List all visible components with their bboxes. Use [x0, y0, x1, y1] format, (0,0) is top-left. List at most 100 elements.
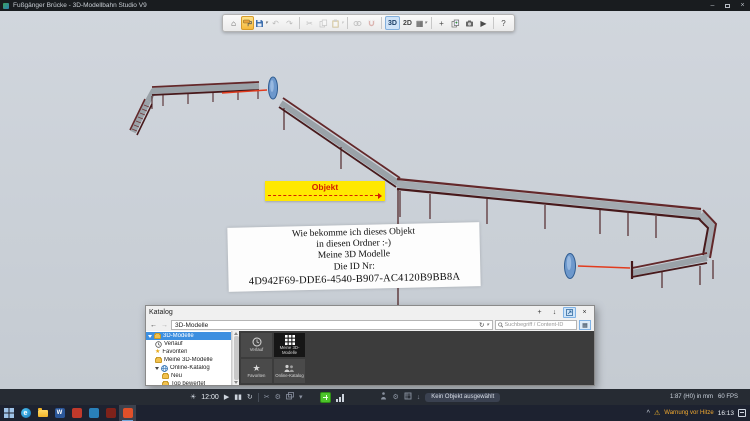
tree-item-neu[interactable]: Neu: [146, 372, 231, 380]
start-button[interactable]: [0, 405, 17, 421]
view-2d-button[interactable]: 2D: [401, 16, 414, 30]
gear-button[interactable]: ⚙: [392, 394, 398, 401]
warning-icon[interactable]: ⚠: [654, 410, 660, 417]
link-button[interactable]: [351, 16, 364, 30]
platform-grid-button[interactable]: [320, 392, 331, 403]
paint-roller-button[interactable]: [241, 16, 254, 30]
chevron-down-icon: ▾: [341, 21, 344, 26]
action-center-icon[interactable]: [738, 409, 746, 417]
screenshot-button[interactable]: [463, 16, 476, 30]
tile-favoriten[interactable]: ★ Favoriten: [241, 359, 272, 383]
statistics-button[interactable]: [336, 393, 344, 402]
duplicate-button[interactable]: [449, 16, 462, 30]
katalog-import-button[interactable]: ↓: [548, 307, 561, 318]
settings-button[interactable]: ⚙: [275, 394, 281, 401]
taskbar-app-red[interactable]: [68, 405, 85, 421]
folder-icon: [155, 358, 162, 363]
lens-object-left[interactable]: [269, 77, 278, 99]
nav-forward-button[interactable]: →: [160, 322, 169, 329]
walk-mode-button[interactable]: [380, 392, 387, 402]
scroll-thumb[interactable]: [234, 336, 239, 380]
view-3d-button[interactable]: 3D: [385, 16, 400, 30]
search-icon: [498, 322, 503, 328]
copy-button[interactable]: [317, 16, 330, 30]
view-mode-button[interactable]: ▦: [579, 320, 591, 330]
save-button[interactable]: ▾: [255, 16, 268, 30]
tree-item-3d-modelle[interactable]: 3D-Modelle: [146, 332, 231, 340]
tree-item-label: Top bewertet: [171, 381, 205, 385]
more-options-chevron[interactable]: ▾: [299, 394, 303, 401]
undo-button[interactable]: ↶: [269, 16, 282, 30]
window-titlebar: Fußgänger Brücke - 3D-Modellbahn Studio …: [0, 0, 750, 11]
catalog-search-box: [495, 320, 577, 330]
catalog-search-input[interactable]: [504, 322, 574, 328]
cut-tool-button[interactable]: ✂: [264, 394, 270, 401]
play-button[interactable]: ▶: [224, 394, 229, 401]
home-button[interactable]: ⌂: [227, 16, 240, 30]
taskbar-file-explorer[interactable]: [34, 405, 51, 421]
tree-item-verlauf[interactable]: Verlauf: [146, 340, 231, 348]
tile-meine-3d-modelle[interactable]: Meine 3D-Modelle: [274, 333, 305, 357]
chevron-down-icon[interactable]: ▾: [486, 323, 489, 328]
tile-online-katalog[interactable]: Online-Katalog: [274, 359, 305, 383]
redo-button[interactable]: ↷: [283, 16, 296, 30]
katalog-titlebar[interactable]: Katalog + ↓ ×: [146, 306, 594, 319]
nav-back-button[interactable]: ←: [149, 322, 158, 329]
tree-item-favoriten[interactable]: ★ Favoriten: [146, 348, 231, 356]
tree-item-top-bewertet[interactable]: Top bewertet: [146, 380, 231, 385]
3d-viewport[interactable]: ⌂ ▾ ↶ ↷ ✂ ▾: [0, 11, 750, 389]
catalog-path-combo[interactable]: 3D-Modelle ↻ ▾: [171, 320, 493, 330]
katalog-close-button[interactable]: ×: [578, 307, 591, 318]
tile-verlauf[interactable]: Verlauf: [241, 333, 272, 357]
tree-scrollbar[interactable]: [232, 331, 239, 385]
reset-time-button[interactable]: ↻: [247, 394, 253, 401]
tray-expand-chevron[interactable]: ^: [647, 410, 650, 417]
taskbar-edge[interactable]: e: [17, 405, 34, 421]
tree-item-online-katalog[interactable]: Online-Katalog: [146, 364, 231, 372]
bridge-switchback-right[interactable]: [632, 210, 716, 288]
daylight-icon[interactable]: ☀: [190, 394, 196, 401]
expander-icon[interactable]: [155, 367, 159, 370]
expander-icon[interactable]: [148, 335, 152, 338]
minimize-button[interactable]: –: [705, 0, 720, 11]
maximize-button[interactable]: [720, 0, 735, 11]
weather-warning-text[interactable]: Warnung vor Hitze: [664, 410, 713, 416]
taskbar-3d-studio-active[interactable]: [119, 405, 136, 421]
scroll-up-icon[interactable]: [234, 332, 238, 335]
tree-item-meine-3d-modelle[interactable]: Meine 3D-Modelle: [146, 356, 231, 364]
download-button[interactable]: ↓: [417, 394, 421, 401]
play-button[interactable]: ▶: [477, 16, 490, 30]
add-object-button[interactable]: +: [435, 16, 448, 30]
simulation-control-bar: ☀ 12:00 ▶ ▮▮ ↻ ✂ ⚙ ▾ ⚙ ↓ Kein Objekt aus…: [0, 389, 750, 405]
layers-button[interactable]: [286, 392, 294, 402]
taskbar-word[interactable]: W: [51, 405, 68, 421]
object-list-button[interactable]: [404, 392, 412, 402]
note-line: Meine 3D Modelle: [318, 249, 391, 262]
katalog-add-button[interactable]: +: [533, 307, 546, 318]
katalog-dock-button[interactable]: [563, 307, 576, 318]
help-button[interactable]: ?: [497, 16, 510, 30]
camera-icon: [465, 19, 474, 28]
layout-grid-icon: ▦: [416, 19, 424, 28]
taskbar-app-blue[interactable]: [85, 405, 102, 421]
cut-button[interactable]: ✂: [303, 16, 316, 30]
simulation-time[interactable]: 12:00: [201, 394, 219, 401]
pause-button[interactable]: ▮▮: [234, 394, 242, 401]
scroll-down-icon[interactable]: [234, 381, 238, 384]
refresh-icon[interactable]: ↻: [479, 321, 484, 329]
layout-button[interactable]: ▦ ▾: [415, 16, 428, 30]
bridge-stairs-left[interactable]: [130, 99, 152, 135]
dashed-arrow-icon: [268, 193, 382, 199]
lens-object-right[interactable]: [565, 254, 576, 279]
object-callout: Objekt: [265, 181, 385, 201]
catalog-tree: 3D-Modelle Verlauf ★ Favoriten Meine 3D-…: [146, 331, 232, 385]
taskbar-clock[interactable]: 16:13: [718, 410, 734, 417]
object-callout-label: Objekt: [268, 183, 382, 192]
taskbar-app-darkred[interactable]: [102, 405, 119, 421]
paste-button[interactable]: ▾: [331, 16, 344, 30]
bridge-ramp-diagonal[interactable]: [279, 98, 400, 187]
word-icon: W: [55, 408, 65, 418]
close-button[interactable]: ×: [735, 0, 750, 11]
bridge-deck-upper-left[interactable]: [148, 82, 259, 109]
magnet-button[interactable]: [365, 16, 378, 30]
